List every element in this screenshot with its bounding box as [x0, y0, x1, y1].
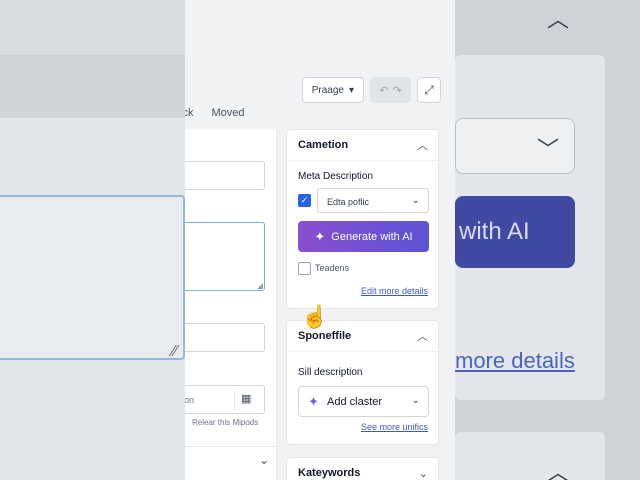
expand-icon: ⤢ — [424, 82, 434, 97]
meta-checkbox[interactable]: ✓ — [298, 194, 311, 207]
generate-label: Generate with AI — [331, 230, 413, 243]
tab-bar: ick Moved — [185, 107, 244, 119]
sparkle-icon: ✦ — [308, 394, 319, 409]
collapsed-section[interactable]: ⌄ — [185, 446, 277, 480]
calendar-icon[interactable]: ▦ — [241, 392, 251, 405]
page-dropdown-button[interactable]: Praage ▾ — [301, 77, 364, 103]
main-form: ◢ on ▦ Relear this Mipods ⌄ — [185, 129, 277, 480]
see-more-link[interactable]: See more unifics — [361, 422, 428, 432]
hand-cursor-icon: ☝ — [301, 304, 329, 329]
textarea-field[interactable]: ◢ — [185, 222, 265, 291]
backdrop-field — [0, 195, 185, 360]
chevron-down-icon: ⌄ — [411, 395, 420, 406]
page-button-label: Praage — [311, 84, 344, 96]
kateywords-panel: Kateywords ⌄ — [286, 457, 439, 480]
panel-header[interactable]: Cametion ︿ — [287, 130, 438, 161]
chevron-down-icon: ⌄ — [258, 453, 269, 467]
date-field[interactable]: on ▦ — [185, 385, 265, 414]
panel-title: Kateywords — [298, 467, 361, 479]
meta-description-label: Meta Description — [298, 171, 374, 182]
redo-icon[interactable]: ↷ — [393, 84, 402, 97]
date-value: on — [185, 395, 195, 405]
backdrop-link-text: more details — [455, 348, 575, 373]
chevron-up-icon: ︿ — [547, 460, 570, 480]
add-claster-label: Add claster — [327, 396, 383, 408]
chevron-down-icon: ﹀ — [537, 137, 560, 162]
text-input[interactable] — [185, 323, 265, 352]
backdrop-ai-text: with AI — [455, 196, 575, 268]
checkbox-label: Teadens — [315, 263, 350, 273]
panel-title: Cametion — [298, 139, 349, 151]
panel-header[interactable]: Kateywords ⌄ — [287, 458, 438, 480]
sparkle-icon: ✦ — [314, 228, 326, 244]
field-hint: Relear this Mipods — [192, 418, 259, 427]
text-input[interactable] — [185, 161, 265, 190]
edit-more-details-link[interactable]: Edit more details — [361, 286, 428, 296]
undo-icon[interactable]: ↶ — [379, 84, 388, 97]
tab-ick[interactable]: ick — [185, 107, 193, 119]
chevron-down-icon[interactable]: ⌄ — [419, 467, 428, 480]
panel-title: Sponeffile — [298, 330, 352, 342]
teadens-checkbox[interactable] — [298, 262, 311, 275]
editor-column: Praage ▾ ↶ ↷ ⤢ ick Moved ◢ on ▦ Relear t… — [185, 0, 455, 480]
generate-ai-button[interactable]: ✦ Generate with AI — [298, 221, 429, 252]
backdrop-right: ︿ ﹀ with AI more details ︿ — [455, 0, 640, 480]
add-claster-dropdown[interactable]: ✦ Add claster ⌄ — [298, 386, 429, 417]
meta-select[interactable]: Edta poflic ⌄ — [317, 188, 429, 213]
chevron-up-icon: ︿ — [547, 7, 570, 32]
caret-down-icon: ▾ — [348, 84, 354, 96]
chevron-up-icon[interactable]: ︿ — [417, 137, 428, 153]
toolbar: Praage ▾ ↶ ↷ ⤢ — [301, 77, 441, 103]
sponeffile-panel: Sponeffile ︿ Sill description ✦ Add clas… — [286, 320, 439, 445]
resize-grip-icon: ⁄⁄ — [172, 343, 178, 360]
chevron-up-icon[interactable]: ︿ — [417, 328, 428, 344]
undo-redo-group: ↶ ↷ — [370, 77, 411, 103]
expand-button[interactable]: ⤢ — [417, 77, 441, 103]
chevron-down-icon: ⌄ — [411, 195, 420, 206]
backdrop-left: ⁄⁄ — [0, 0, 185, 480]
resize-handle-icon[interactable]: ◢ — [257, 281, 263, 290]
select-value: Edta poflic — [327, 197, 370, 207]
tab-moved[interactable]: Moved — [211, 107, 244, 119]
cametion-panel: Cametion ︿ Meta Description ✓ Edta pofli… — [286, 129, 439, 309]
sill-description-label: Sill description — [298, 367, 363, 378]
